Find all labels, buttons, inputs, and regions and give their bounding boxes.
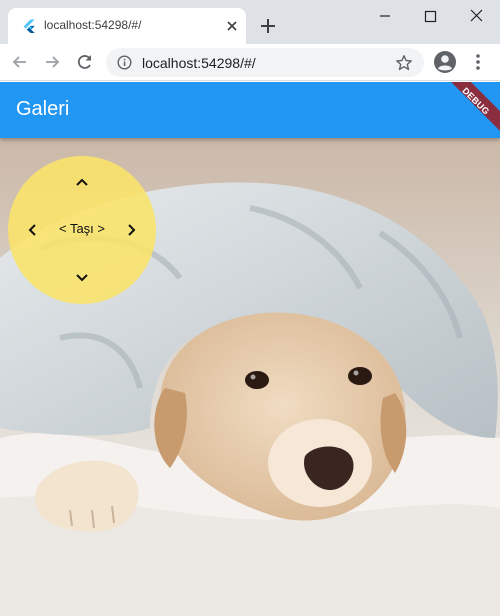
browser-toolbar: localhost:54298/#/ [0, 44, 500, 81]
window-close-icon[interactable] [454, 0, 500, 32]
minimize-icon[interactable] [362, 0, 408, 32]
chevron-up-icon[interactable] [70, 170, 94, 194]
move-control: < Taşı > [8, 156, 156, 304]
app-viewport: Galeri DEBUG < Taşı > [0, 82, 500, 616]
chevron-right-icon[interactable] [120, 218, 144, 242]
close-icon[interactable] [224, 18, 240, 34]
flutter-icon [23, 19, 35, 33]
info-icon[interactable] [117, 55, 132, 70]
more-vert-icon[interactable] [470, 52, 486, 72]
chevron-down-icon[interactable] [70, 266, 94, 290]
app-title: Galeri [16, 98, 70, 120]
tab-strip: localhost:54298/#/ [0, 0, 500, 44]
url-text: localhost:54298/#/ [142, 55, 256, 71]
star-icon[interactable] [395, 54, 413, 72]
account-circle-icon[interactable] [433, 50, 457, 74]
browser-tab[interactable]: localhost:54298/#/ [8, 8, 246, 44]
address-bar[interactable]: localhost:54298/#/ [106, 48, 424, 77]
arrow-forward-icon[interactable] [42, 52, 62, 72]
maximize-icon[interactable] [408, 0, 454, 32]
arrow-back-icon[interactable] [10, 52, 30, 72]
tab-title: localhost:54298/#/ [44, 18, 142, 32]
plus-icon[interactable] [258, 16, 278, 36]
reload-icon[interactable] [75, 52, 95, 72]
app-bar: Galeri [0, 82, 500, 138]
